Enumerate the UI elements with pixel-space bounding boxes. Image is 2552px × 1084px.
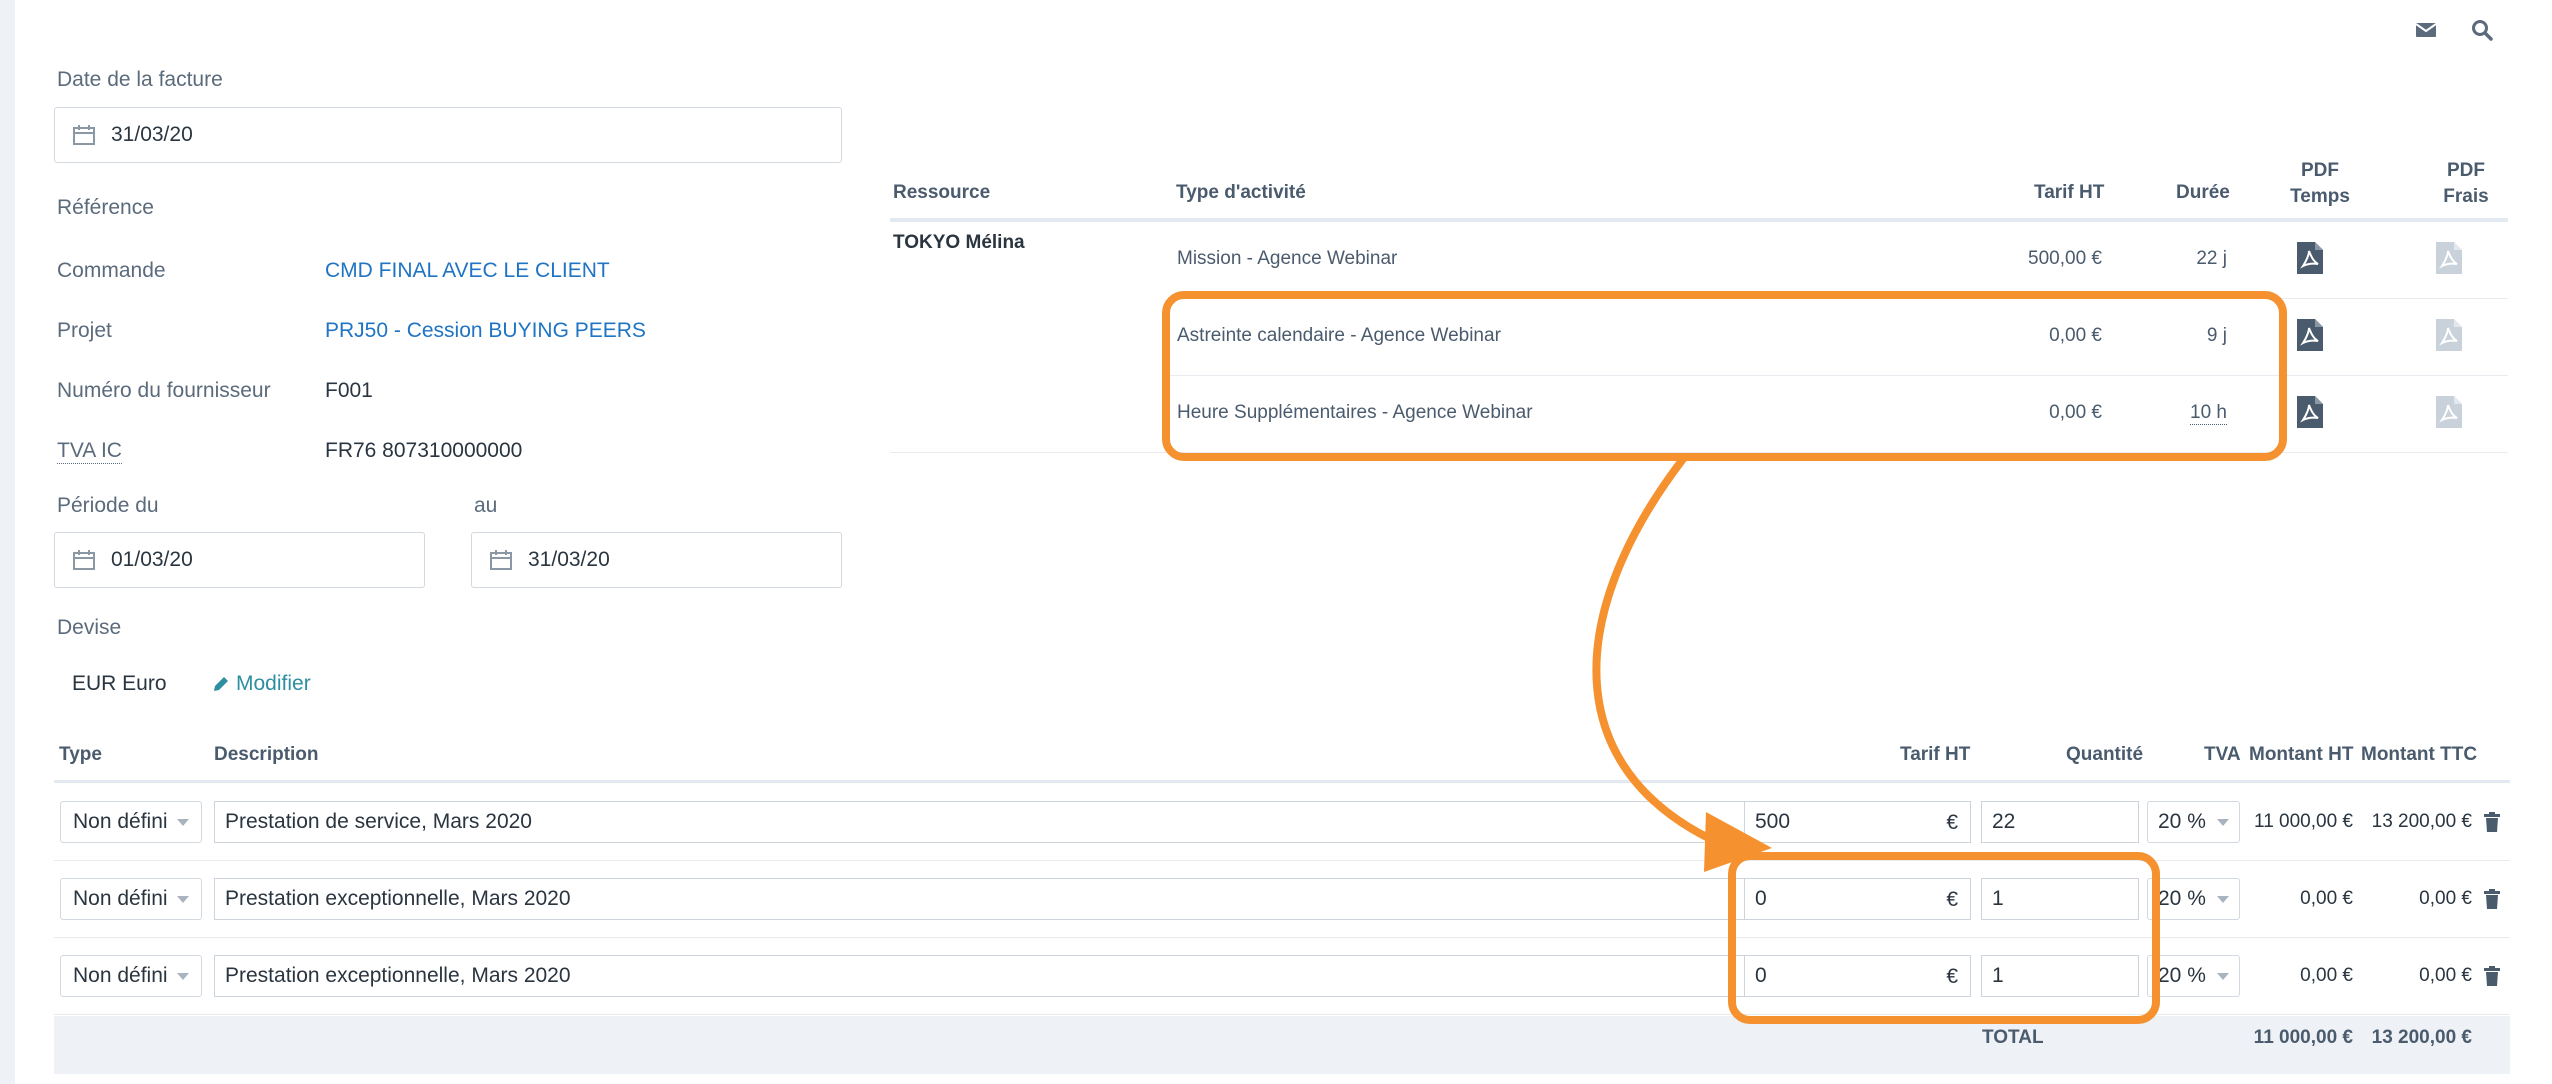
annotation-arrow — [1592, 455, 1772, 872]
